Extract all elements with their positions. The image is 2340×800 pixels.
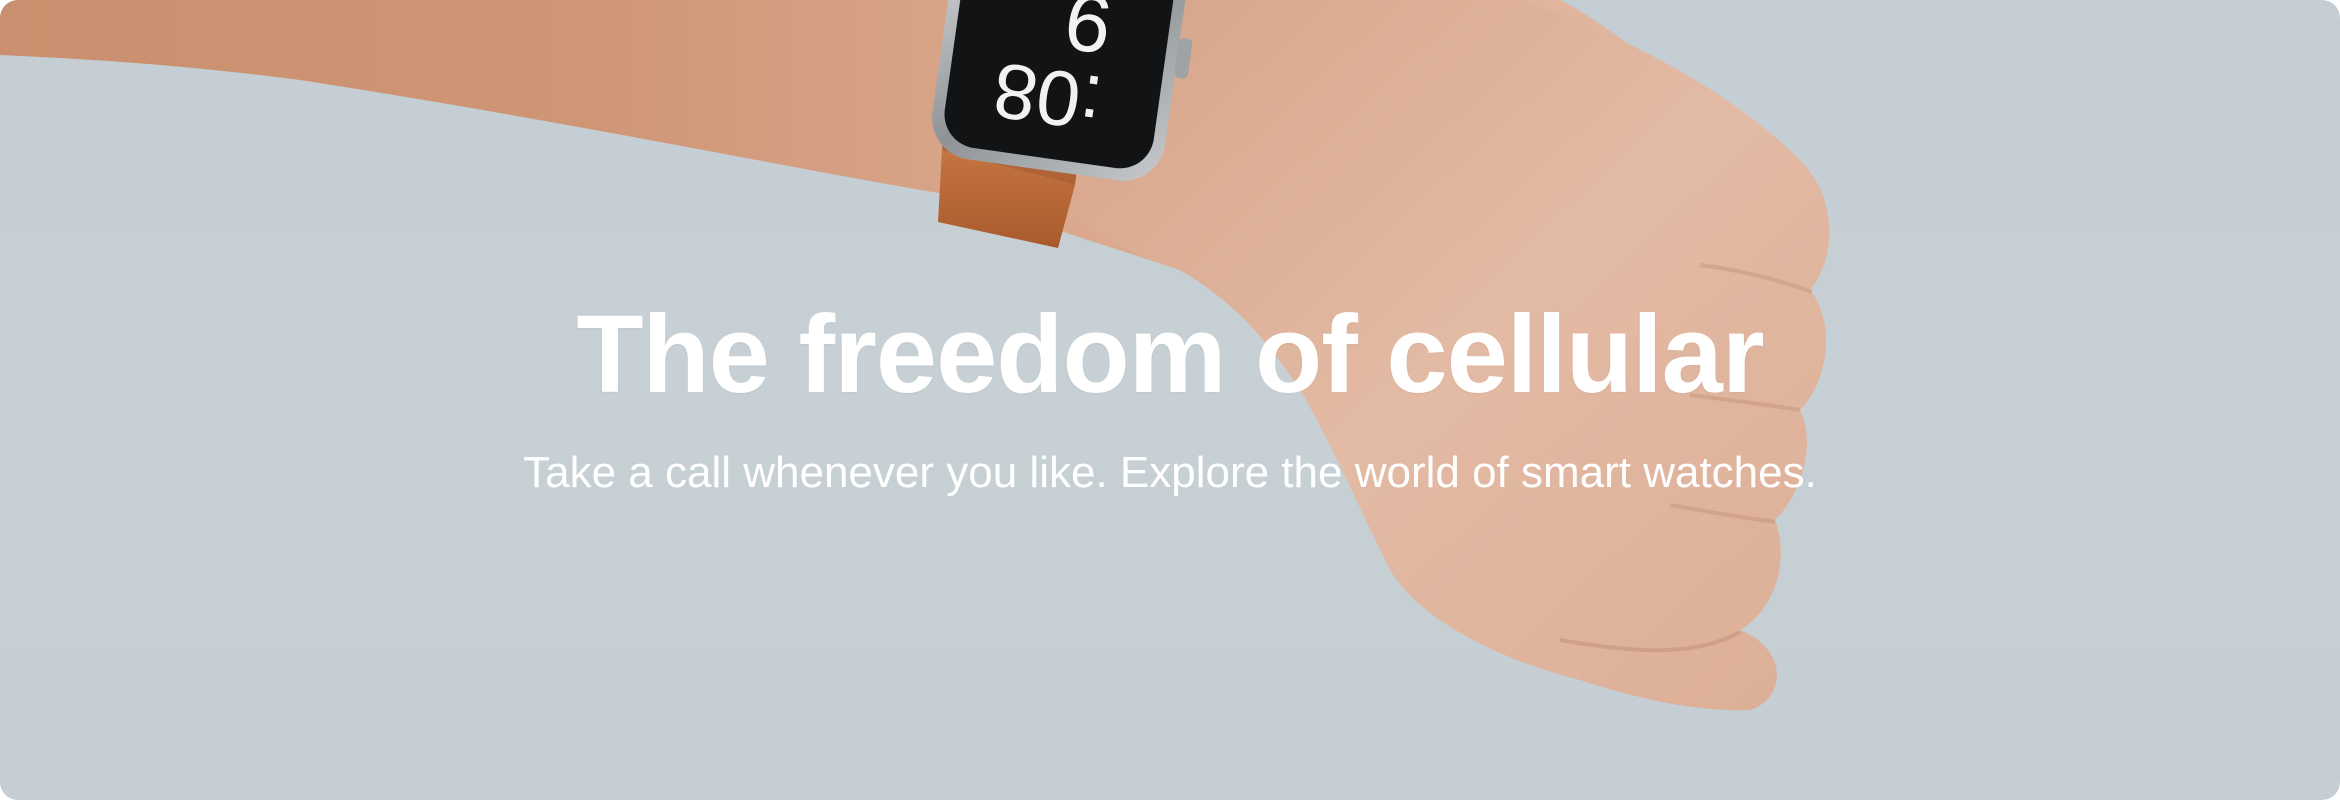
hero-subline: Take a call whenever you like. Explore t… [523,448,1817,497]
hero-headline: The freedom of cellular [576,293,1764,416]
hero-copy: The freedom of cellular Take a call when… [0,292,2340,500]
watch-time-text: :08 [988,46,1108,148]
hero-banner: 9 :08 The freedom of cellular Take a cal… [0,0,2340,800]
